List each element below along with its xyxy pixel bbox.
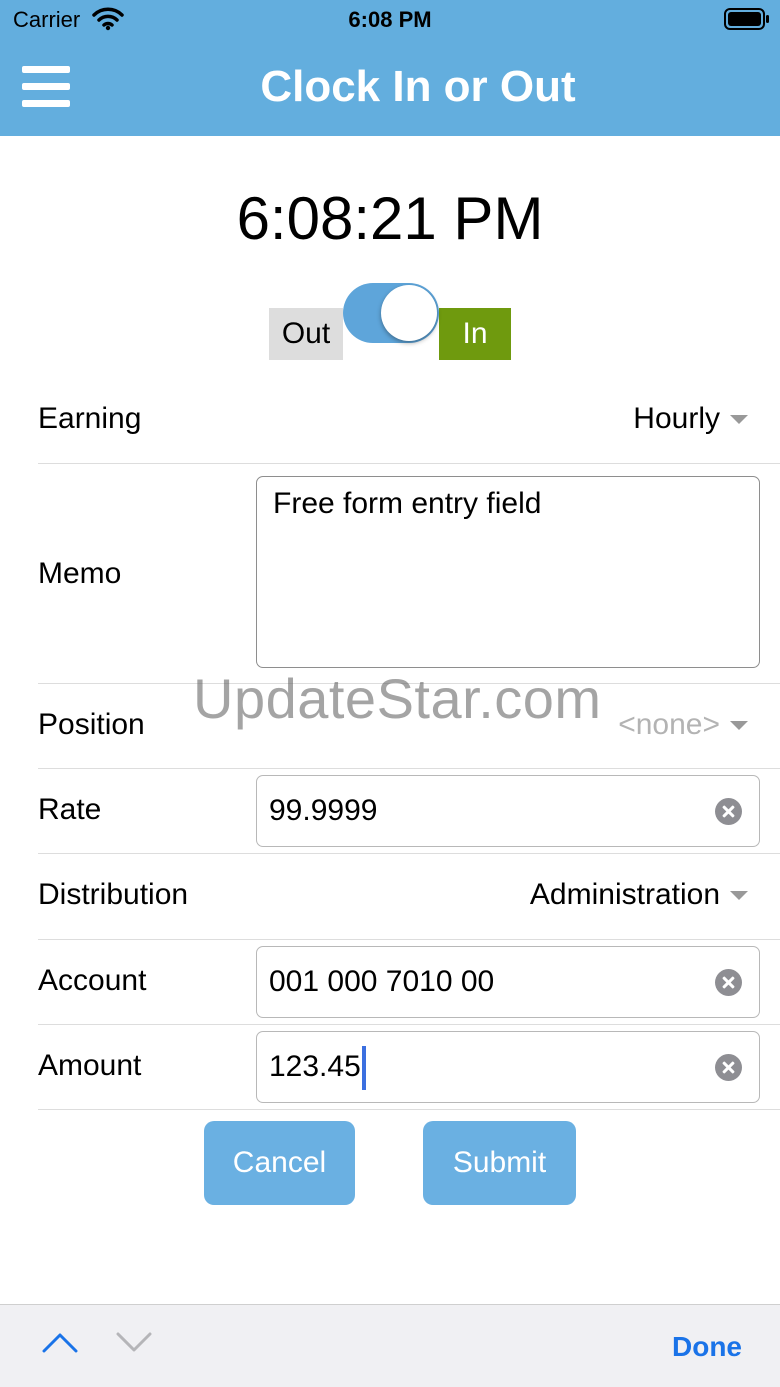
clear-icon[interactable] (715, 969, 742, 996)
earning-row: Earning Hourly (38, 378, 780, 464)
status-bar: Carrier 6:08 PM (0, 0, 780, 40)
amount-row: Amount 123.45 (38, 1025, 780, 1110)
memo-row: Memo Free form entry field (38, 464, 780, 684)
chevron-down-icon (730, 414, 748, 424)
chevron-down-icon (730, 720, 748, 730)
text-cursor (361, 1046, 366, 1091)
keyboard-accessory-bar: Done (0, 1304, 780, 1387)
switch-knob (381, 285, 437, 341)
account-row: Account 001 000 7010 00 (38, 940, 780, 1025)
rate-label: Rate (38, 793, 102, 826)
distribution-label: Distribution (38, 878, 189, 911)
status-time: 6:08 PM (348, 7, 432, 32)
position-picker[interactable]: <none> (618, 708, 748, 742)
earning-picker[interactable]: Hourly (633, 402, 748, 436)
page-title: Clock In or Out (260, 62, 576, 111)
clear-icon[interactable] (715, 798, 742, 825)
rate-row: Rate 99.9999 (38, 769, 780, 854)
position-label: Position (38, 708, 145, 741)
clear-icon[interactable] (715, 1054, 742, 1081)
distribution-value: Administration (529, 878, 720, 911)
rate-value: 99.9999 (269, 794, 378, 827)
toggle-in-label: In (439, 308, 511, 360)
rate-input[interactable]: 99.9999 (256, 775, 760, 847)
distribution-row: Distribution Administration (38, 854, 780, 940)
account-input[interactable]: 001 000 7010 00 (256, 946, 760, 1018)
distribution-picker[interactable]: Administration (530, 878, 748, 912)
watermark: UpdateStar.com (193, 667, 602, 730)
earning-label: Earning (38, 402, 142, 435)
chevron-down-icon (730, 890, 748, 900)
account-label: Account (38, 964, 147, 997)
toggle-out-label: Out (269, 308, 343, 360)
memo-label: Memo (38, 557, 122, 590)
chevron-down-icon[interactable] (116, 1331, 152, 1358)
amount-input[interactable]: 123.45 (256, 1031, 760, 1103)
done-button[interactable]: Done (672, 1331, 742, 1363)
memo-textarea[interactable]: Free form entry field (256, 476, 760, 668)
account-value: 001 000 7010 00 (269, 965, 495, 998)
amount-label: Amount (38, 1049, 142, 1082)
chevron-up-icon[interactable] (42, 1331, 78, 1358)
cancel-button[interactable]: Cancel (204, 1121, 355, 1205)
clock-in-out-switch[interactable] (343, 283, 439, 343)
battery-icon (724, 8, 770, 35)
current-time-display: 6:08:21 PM (236, 185, 544, 252)
earning-value: Hourly (633, 402, 720, 435)
navigation-bar: Clock In or Out (0, 40, 780, 136)
submit-button[interactable]: Submit (423, 1121, 576, 1205)
position-value: <none> (618, 708, 720, 741)
amount-value: 123.45 (269, 1050, 361, 1083)
